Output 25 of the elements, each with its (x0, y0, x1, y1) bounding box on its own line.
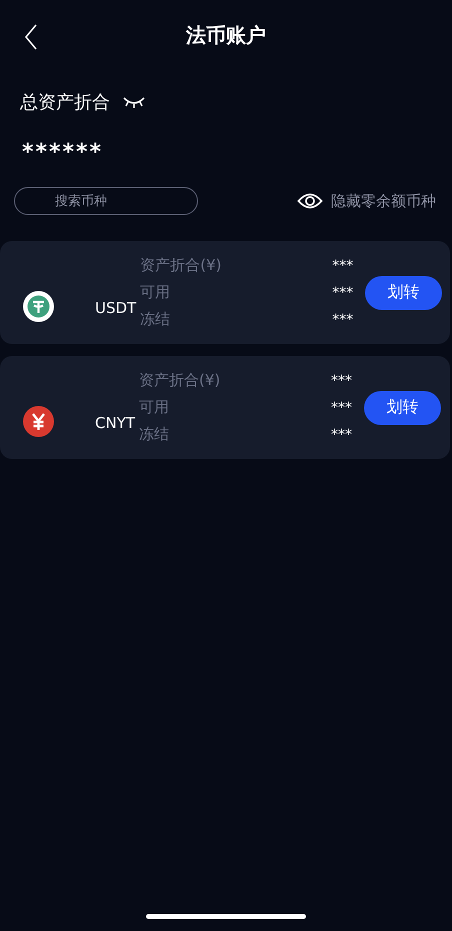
page-title: 法币账户 (186, 22, 266, 48)
balance-value: *** (331, 372, 354, 388)
balance-value: *** (332, 312, 354, 328)
balance-value: *** (331, 400, 354, 416)
search-field[interactable]: 搜索币种 (14, 187, 198, 215)
total-assets-value: ****** (21, 139, 104, 165)
balance-label: 冻结 (140, 310, 170, 329)
balance-label: 资产折合(¥) (140, 256, 222, 275)
tether-coin-icon (23, 291, 54, 322)
hide-zero-balance-label[interactable]: 隐藏零余额币种 (331, 192, 436, 210)
yuan-coin-icon (23, 406, 54, 437)
eye-icon[interactable] (297, 192, 323, 210)
balance-label: 可用 (140, 283, 170, 302)
balance-label: 可用 (139, 398, 170, 417)
balance-value: *** (332, 258, 354, 274)
balance-value: *** (331, 426, 354, 442)
balance-label: 资产折合(¥) (139, 371, 220, 390)
closed-eye-icon[interactable] (122, 95, 146, 109)
balance-value: *** (332, 284, 354, 300)
coin-name: USDT (95, 300, 136, 317)
transfer-button[interactable]: 划转 (364, 390, 442, 424)
balance-label: 冻结 (139, 425, 170, 444)
coin-name: CNYT (95, 415, 136, 432)
transfer-button[interactable]: 划转 (365, 276, 442, 310)
total-assets-label: 总资产折合 (20, 91, 110, 114)
